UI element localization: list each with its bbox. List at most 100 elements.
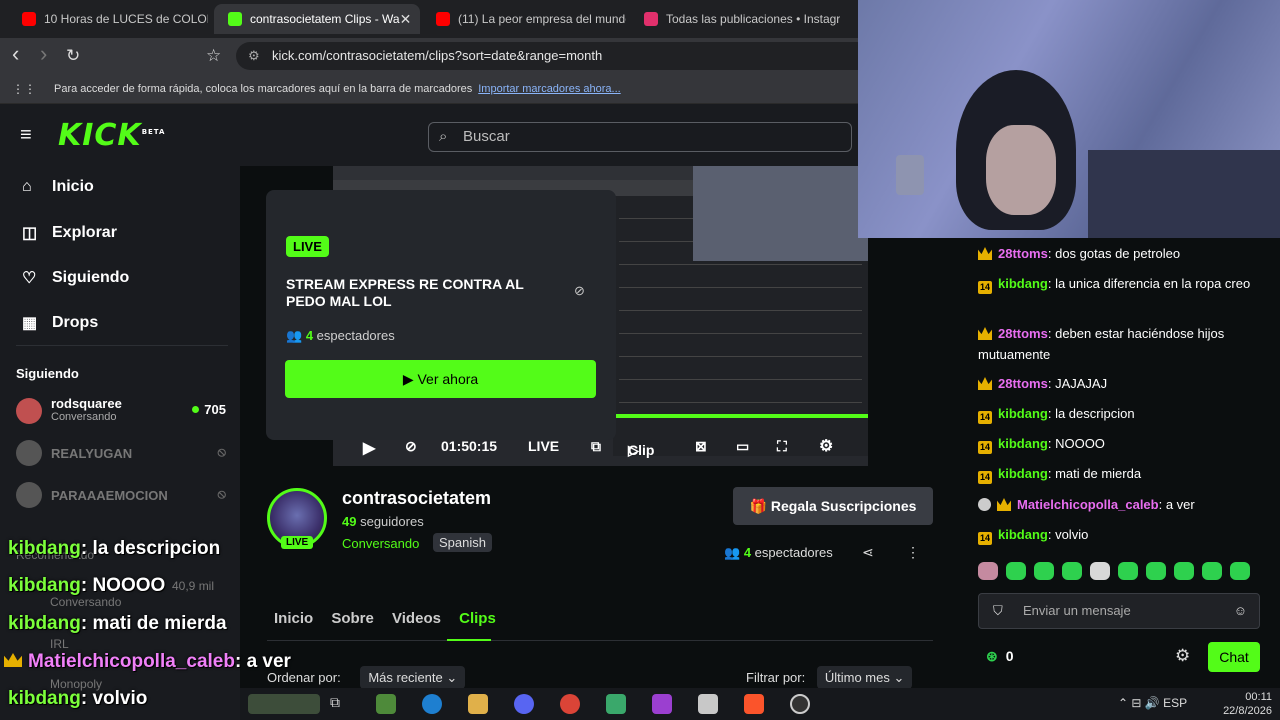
forward-icon[interactable]: › xyxy=(40,41,47,67)
send-chat-button[interactable]: Chat xyxy=(1208,642,1260,672)
chat-username[interactable]: Matielchicopolla_caleb xyxy=(1017,497,1159,512)
chat-username[interactable]: kibdang xyxy=(998,276,1048,291)
emote-icon[interactable] xyxy=(1230,562,1250,580)
more-options-icon[interactable]: ⋮ xyxy=(906,544,920,561)
sidebar-item-siguiendo[interactable]: ♡ Siguiendo xyxy=(22,268,129,288)
emote-icon[interactable] xyxy=(978,562,998,580)
overlay-message: Matielchicopolla_caleb: a ver xyxy=(4,651,291,673)
apps-icon[interactable]: ⋮⋮ xyxy=(12,74,36,104)
language-tag[interactable]: Spanish xyxy=(433,533,492,552)
browser-tab-youtube-empresa[interactable]: (11) La peor empresa del mundo xyxy=(422,4,626,34)
chat-username[interactable]: 28ttoms xyxy=(998,376,1048,391)
chat-username[interactable]: kibdang xyxy=(998,466,1048,481)
chat-username[interactable]: 28ttoms xyxy=(998,326,1048,341)
minecraft-icon[interactable] xyxy=(376,694,396,714)
fullscreen-icon[interactable]: ⛶ xyxy=(777,438,787,455)
emote-icon[interactable] xyxy=(1034,562,1054,580)
discord-icon[interactable] xyxy=(514,694,534,714)
stream-title: STREAM EXPRESS RE CONTRA AL PEDO MAL LOL xyxy=(286,276,524,309)
emoji-icon[interactable]: ☺ xyxy=(1234,594,1247,628)
emote-icon[interactable] xyxy=(1146,562,1166,580)
kick-logo[interactable]: KICKBETA xyxy=(58,118,165,153)
shield-icon[interactable]: ⛉ xyxy=(993,594,1003,628)
vpn-icon[interactable] xyxy=(606,694,626,714)
sidebar-item-explorar[interactable]: ◫ Explorar xyxy=(22,223,117,243)
picture-in-picture-icon[interactable]: ⧉ xyxy=(591,438,601,455)
emote-icon[interactable] xyxy=(1118,562,1138,580)
site-settings-icon[interactable]: ⚙ xyxy=(248,42,260,70)
task-view-icon[interactable]: ⧉ xyxy=(330,694,350,714)
chat-username[interactable]: kibdang xyxy=(998,406,1048,421)
sidebar-item-inicio[interactable]: ⌂ Inicio xyxy=(22,178,94,196)
emote-icon[interactable] xyxy=(1090,562,1110,580)
emote-icon[interactable] xyxy=(1202,562,1222,580)
channel-category[interactable]: Conversando xyxy=(342,536,419,551)
channel-name: contrasocietatem xyxy=(342,488,492,508)
edge-icon[interactable] xyxy=(422,694,442,714)
chat-message: 28ttoms: JAJAJAJ xyxy=(978,373,1268,394)
webcam-overlay xyxy=(858,0,1280,238)
app-icon[interactable] xyxy=(652,694,672,714)
tab-videos[interactable]: Videos xyxy=(392,610,441,627)
watch-now-button[interactable]: ▶ Ver ahora xyxy=(285,360,596,398)
tab-sobre[interactable]: Sobre xyxy=(331,610,374,627)
chat-text: JAJAJAJ xyxy=(1055,376,1108,391)
volume-muted-icon[interactable]: ⊘ xyxy=(405,438,417,455)
emote-icon[interactable] xyxy=(1174,562,1194,580)
brave-icon[interactable] xyxy=(744,694,764,714)
followed-channel-rodsquaree[interactable]: rodsquaree Conversando 705 xyxy=(16,396,226,426)
close-tab-icon[interactable]: ✕ xyxy=(400,11,412,28)
file-explorer-icon[interactable] xyxy=(468,694,488,714)
channel-points[interactable]: ⊛ 0 xyxy=(986,648,1014,665)
live-indicator[interactable]: LIVE xyxy=(528,438,559,454)
screen: 10 Horas de LUCES de COLORES contrasocie… xyxy=(0,0,1280,720)
chat-username[interactable]: kibdang xyxy=(998,436,1048,451)
browser-tab-instagram[interactable]: Todas las publicaciones • Instagr xyxy=(630,4,840,34)
obs-icon[interactable] xyxy=(790,694,810,714)
tab-inicio[interactable]: Inicio xyxy=(274,610,313,627)
play-icon[interactable]: ▶ xyxy=(363,438,375,458)
system-tray-icons[interactable]: ⌃ ⊟ 🔊 ESP xyxy=(1118,696,1187,710)
gear-icon[interactable]: ⚙ xyxy=(819,436,833,456)
browser-tab-youtube-lights[interactable]: 10 Horas de LUCES de COLORES xyxy=(8,4,208,34)
tab-title: contrasocietatem Clips - Wa xyxy=(250,12,400,26)
chair xyxy=(1088,150,1280,238)
search-input[interactable]: ⌕ Buscar xyxy=(428,122,852,152)
app-icon[interactable] xyxy=(698,694,718,714)
sort-select[interactable]: Más reciente ⌄ xyxy=(360,666,466,689)
overlay-text: : mati de mierda xyxy=(80,613,227,634)
chat-input[interactable]: ⛉ Enviar un mensaje ☺ xyxy=(978,593,1260,629)
emote-icon[interactable] xyxy=(1062,562,1082,580)
address-bar[interactable]: ⚙ kick.com/contrasocietatem/clips?sort=d… xyxy=(236,42,876,70)
followed-channel-paraaaemocion[interactable]: PARAAAEMOCION ⦸ xyxy=(16,480,226,510)
sidebar-item-drops[interactable]: ▦ Drops xyxy=(22,313,98,333)
theater-mode-icon[interactable]: ▭ xyxy=(736,438,749,455)
back-icon[interactable]: ‹ xyxy=(12,41,19,67)
chat-input-placeholder: Enviar un mensaje xyxy=(1023,603,1131,618)
crown-badge-icon xyxy=(978,327,992,340)
chrome-icon[interactable] xyxy=(560,694,580,714)
followed-channel-realyugan[interactable]: REALYUGAN ⦸ xyxy=(16,438,226,468)
import-bookmarks-link[interactable]: Importar marcadores ahora... xyxy=(478,83,620,95)
reload-icon[interactable]: ↻ xyxy=(66,46,80,66)
gift-subs-button[interactable]: 🎁 Regala Suscripciones xyxy=(733,487,933,525)
gear-icon[interactable]: ⚙ xyxy=(1175,646,1190,666)
sidebar: ⌂ Inicio ◫ Explorar ♡ Siguiendo ▦ Drops … xyxy=(0,166,240,720)
chat-username[interactable]: kibdang xyxy=(998,527,1048,542)
offline-icon: ⦸ xyxy=(217,486,226,501)
bookmark-icon[interactable]: ☆ xyxy=(206,46,221,66)
chat-message: 28ttoms: deben estar haciéndose hijos mu… xyxy=(978,326,1225,362)
browser-tab-kick-clips[interactable]: contrasocietatem Clips - Wa ✕ xyxy=(214,4,420,34)
filter-select[interactable]: Último mes ⌄ xyxy=(816,666,913,689)
muted-icon[interactable]: ⊘ xyxy=(574,283,585,299)
menu-icon[interactable]: ≡ xyxy=(20,124,32,147)
tab-clips[interactable]: Clips xyxy=(459,610,496,627)
live-badge: LIVE xyxy=(281,536,314,549)
emote-icon[interactable] xyxy=(1006,562,1026,580)
taskbar-thumbnail[interactable] xyxy=(248,694,320,714)
chat-username[interactable]: 28ttoms xyxy=(998,246,1048,261)
cast-icon[interactable]: ⊠ xyxy=(695,438,707,455)
share-icon[interactable]: ⋖ xyxy=(862,544,874,561)
clock[interactable]: 00:11 22/8/2026 xyxy=(1223,690,1272,718)
input-language[interactable]: ESP xyxy=(1163,696,1187,710)
